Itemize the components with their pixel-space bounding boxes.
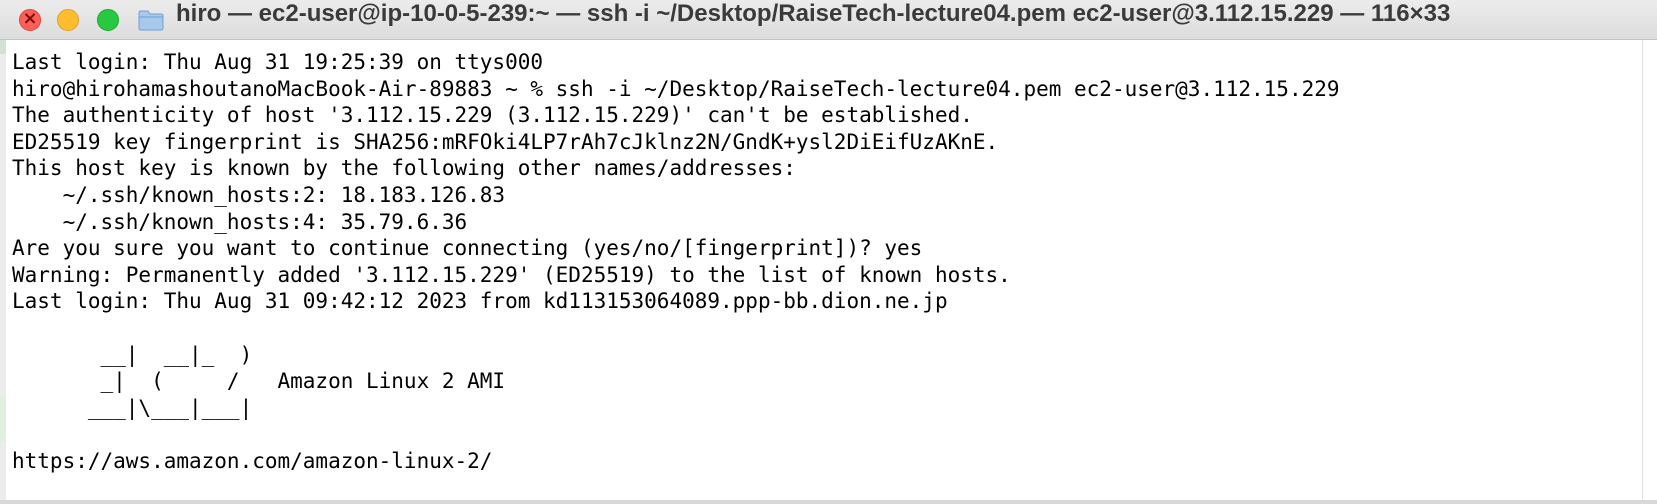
terminal-line: This host key is known by the following … [12,156,796,181]
terminal-line: ED25519 key fingerprint is SHA256:mRFOki… [12,129,999,154]
zoom-icon[interactable] [97,9,119,31]
window-title: hiro — ec2-user@ip-10-0-5-239:~ — ssh -i… [176,0,1451,27]
minimize-icon[interactable] [57,9,79,31]
terminal-line: __| __|_ ) [12,342,253,367]
terminal-line: ___|\___|___| [12,395,253,420]
terminal-window: hiro — ec2-user@ip-10-0-5-239:~ — ssh -i… [0,0,1657,504]
terminal-line: https://aws.amazon.com/amazon-linux-2/ [12,448,493,473]
terminal-line: hiro@hirohamashoutanoMacBook-Air-89883 ~… [12,76,1340,101]
terminal-output[interactable]: Last login: Thu Aug 31 19:25:39 on ttys0… [12,50,1632,504]
terminal-line: Warning: Permanently added '3.112.15.229… [12,262,1011,287]
close-icon[interactable] [19,8,41,31]
terminal-line: Last login: Thu Aug 31 09:42:12 2023 fro… [12,289,948,314]
folder-icon [138,10,164,31]
terminal-line: ~/.ssh/known_hosts:4: 35.79.6.36 [12,209,468,234]
window-bottom-edge [0,500,1657,504]
terminal-line: The authenticity of host '3.112.15.229 (… [12,103,973,128]
scrollbar-track[interactable] [1642,40,1657,504]
edge-marker [0,396,6,442]
edge-marker [0,40,6,54]
terminal-line: Are you sure you want to continue connec… [12,236,923,261]
terminal-line: ~/.ssh/known_hosts:2: 18.183.126.83 [12,182,506,207]
title-bar[interactable]: hiro — ec2-user@ip-10-0-5-239:~ — ssh -i… [0,0,1657,40]
terminal-line: Last login: Thu Aug 31 19:25:39 on ttys0… [12,50,544,74]
terminal-line: _| ( / Amazon Linux 2 AMI [12,369,506,394]
left-window-edge [0,40,6,504]
